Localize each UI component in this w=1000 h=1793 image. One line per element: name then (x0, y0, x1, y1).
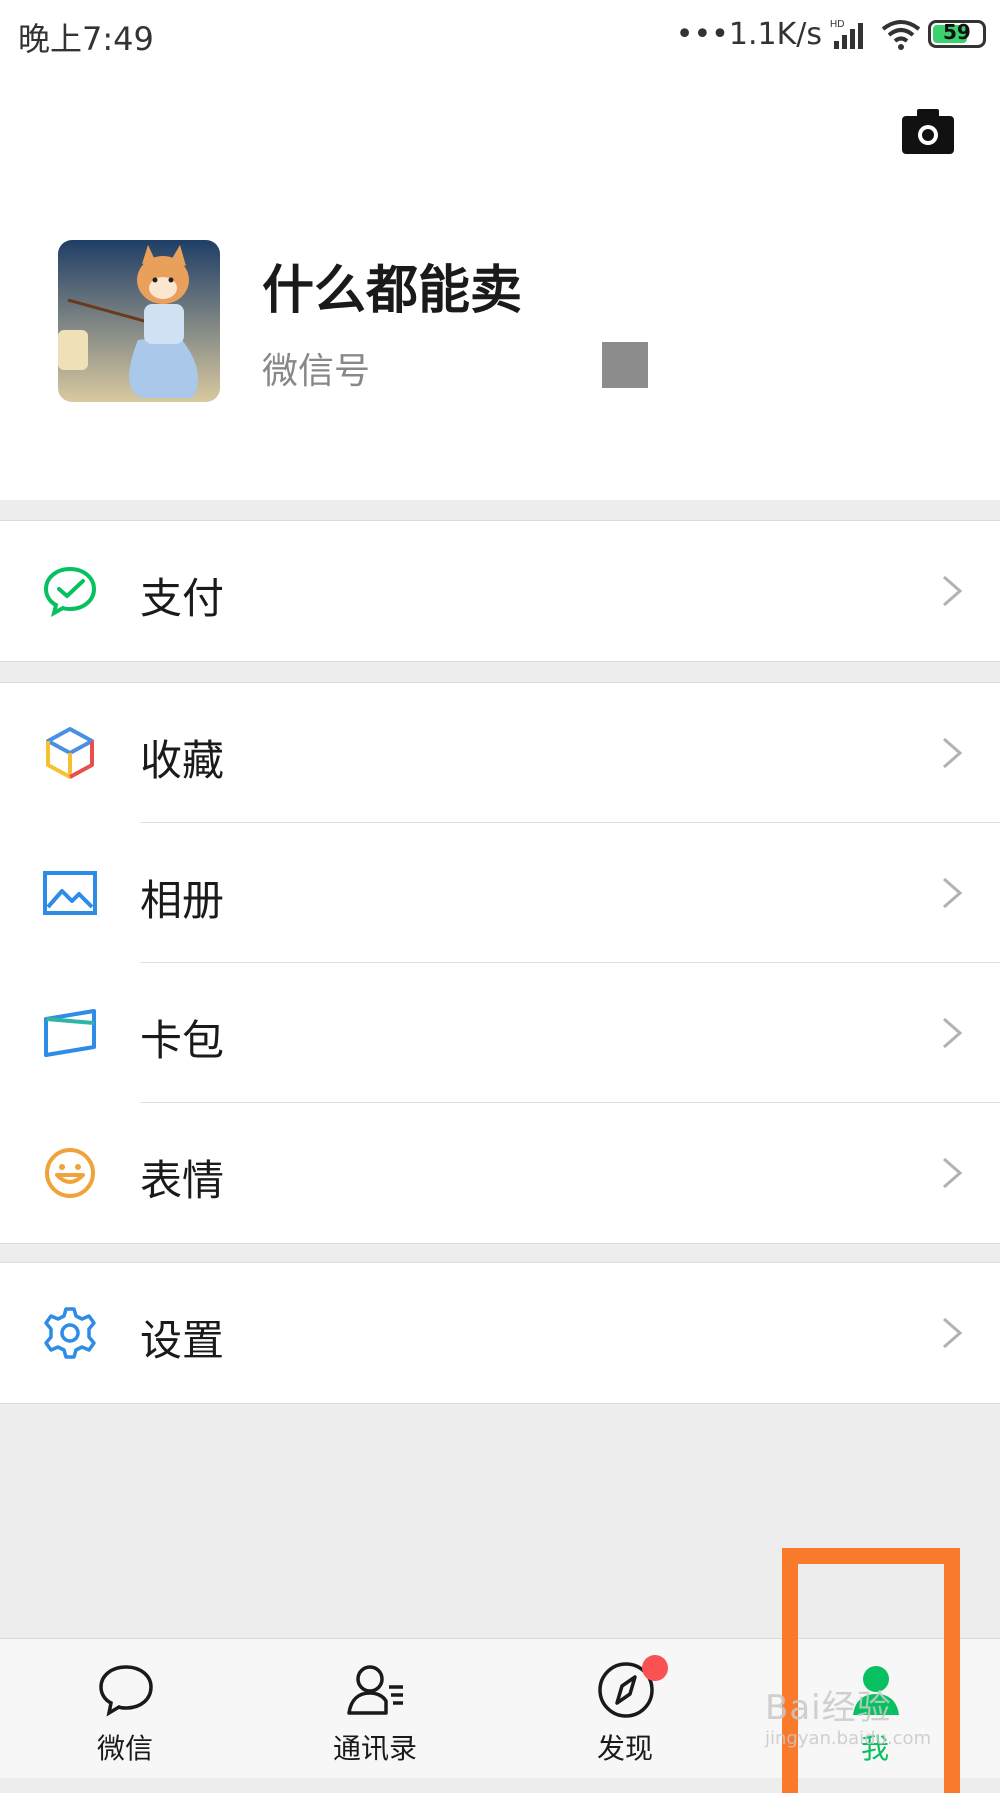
menu-label-pay: 支付 (140, 574, 225, 623)
watermark-url: jingyan.baidu.com (765, 1728, 932, 1749)
chevron-right-icon (943, 1017, 963, 1049)
signal-icon: HD (830, 19, 863, 49)
pay-icon (43, 566, 97, 617)
tab-chats[interactable]: 微信 (0, 1639, 250, 1778)
chat-bubble-icon (99, 1665, 153, 1717)
chevron-right-icon (943, 877, 963, 909)
menu-label-stickers: 表情 (140, 1156, 225, 1205)
wifi-icon (881, 20, 921, 50)
svg-text:HD: HD (830, 19, 844, 30)
tab-label-chats: 微信 (96, 1732, 153, 1765)
status-time: 晚上7:49 (18, 20, 154, 58)
menu-item-pay[interactable]: 支付 (0, 521, 1000, 661)
battery-level: 59 (943, 20, 971, 44)
chevron-right-icon (943, 1317, 963, 1349)
notification-badge (642, 1655, 668, 1681)
chevron-right-icon (943, 1157, 963, 1189)
menu-item-album[interactable]: 相册 (0, 823, 1000, 963)
album-picture-icon (43, 871, 97, 915)
group-pay: 支付 (0, 520, 1000, 662)
favorites-cube-icon (46, 727, 94, 779)
contacts-person-icon (347, 1665, 403, 1715)
shiba-avatar-image (58, 240, 220, 402)
menu-label-favorites: 收藏 (140, 736, 225, 785)
group-settings: 设置 (0, 1262, 1000, 1404)
chevron-right-icon (943, 575, 963, 607)
tab-label-contacts: 通讯录 (332, 1732, 417, 1765)
watermark: Bai经验 (765, 1688, 892, 1728)
menu-item-favorites[interactable]: 收藏 (0, 683, 1000, 823)
group-services: 收藏 相册 卡包 表情 (0, 682, 1000, 1244)
gear-icon (44, 1307, 96, 1359)
menu-item-settings[interactable]: 设置 (0, 1263, 1000, 1403)
chevron-right-icon (943, 737, 963, 769)
menu-label-settings: 设置 (140, 1316, 225, 1365)
tab-contacts[interactable]: 通讯录 (250, 1639, 500, 1778)
card-wallet-icon (44, 1009, 96, 1057)
battery-icon: 59 (928, 20, 986, 48)
profile-header[interactable]: 什么都能卖 微信号 (0, 70, 1000, 500)
wechat-id-label: 微信号 (262, 351, 371, 392)
menu-item-cards[interactable]: 卡包 (0, 963, 1000, 1103)
smiley-icon (45, 1148, 95, 1198)
camera-icon[interactable] (900, 106, 956, 156)
menu-label-album: 相册 (140, 876, 225, 925)
status-bar: 晚上7:49 •••1.1K/s HD 59 (0, 0, 1000, 70)
avatar[interactable] (58, 240, 220, 402)
menu-label-cards: 卡包 (140, 1016, 225, 1065)
nickname: 什么都能卖 (262, 261, 523, 321)
menu-item-stickers[interactable]: 表情 (0, 1103, 1000, 1243)
network-speed: •••1.1K/s (675, 16, 822, 52)
highlight-box (782, 1548, 960, 1793)
status-icons: •••1.1K/s HD 59 (676, 12, 986, 56)
qr-code-icon[interactable] (602, 342, 648, 388)
tab-label-discover: 发现 (596, 1732, 653, 1765)
tab-discover[interactable]: 发现 (500, 1639, 750, 1778)
